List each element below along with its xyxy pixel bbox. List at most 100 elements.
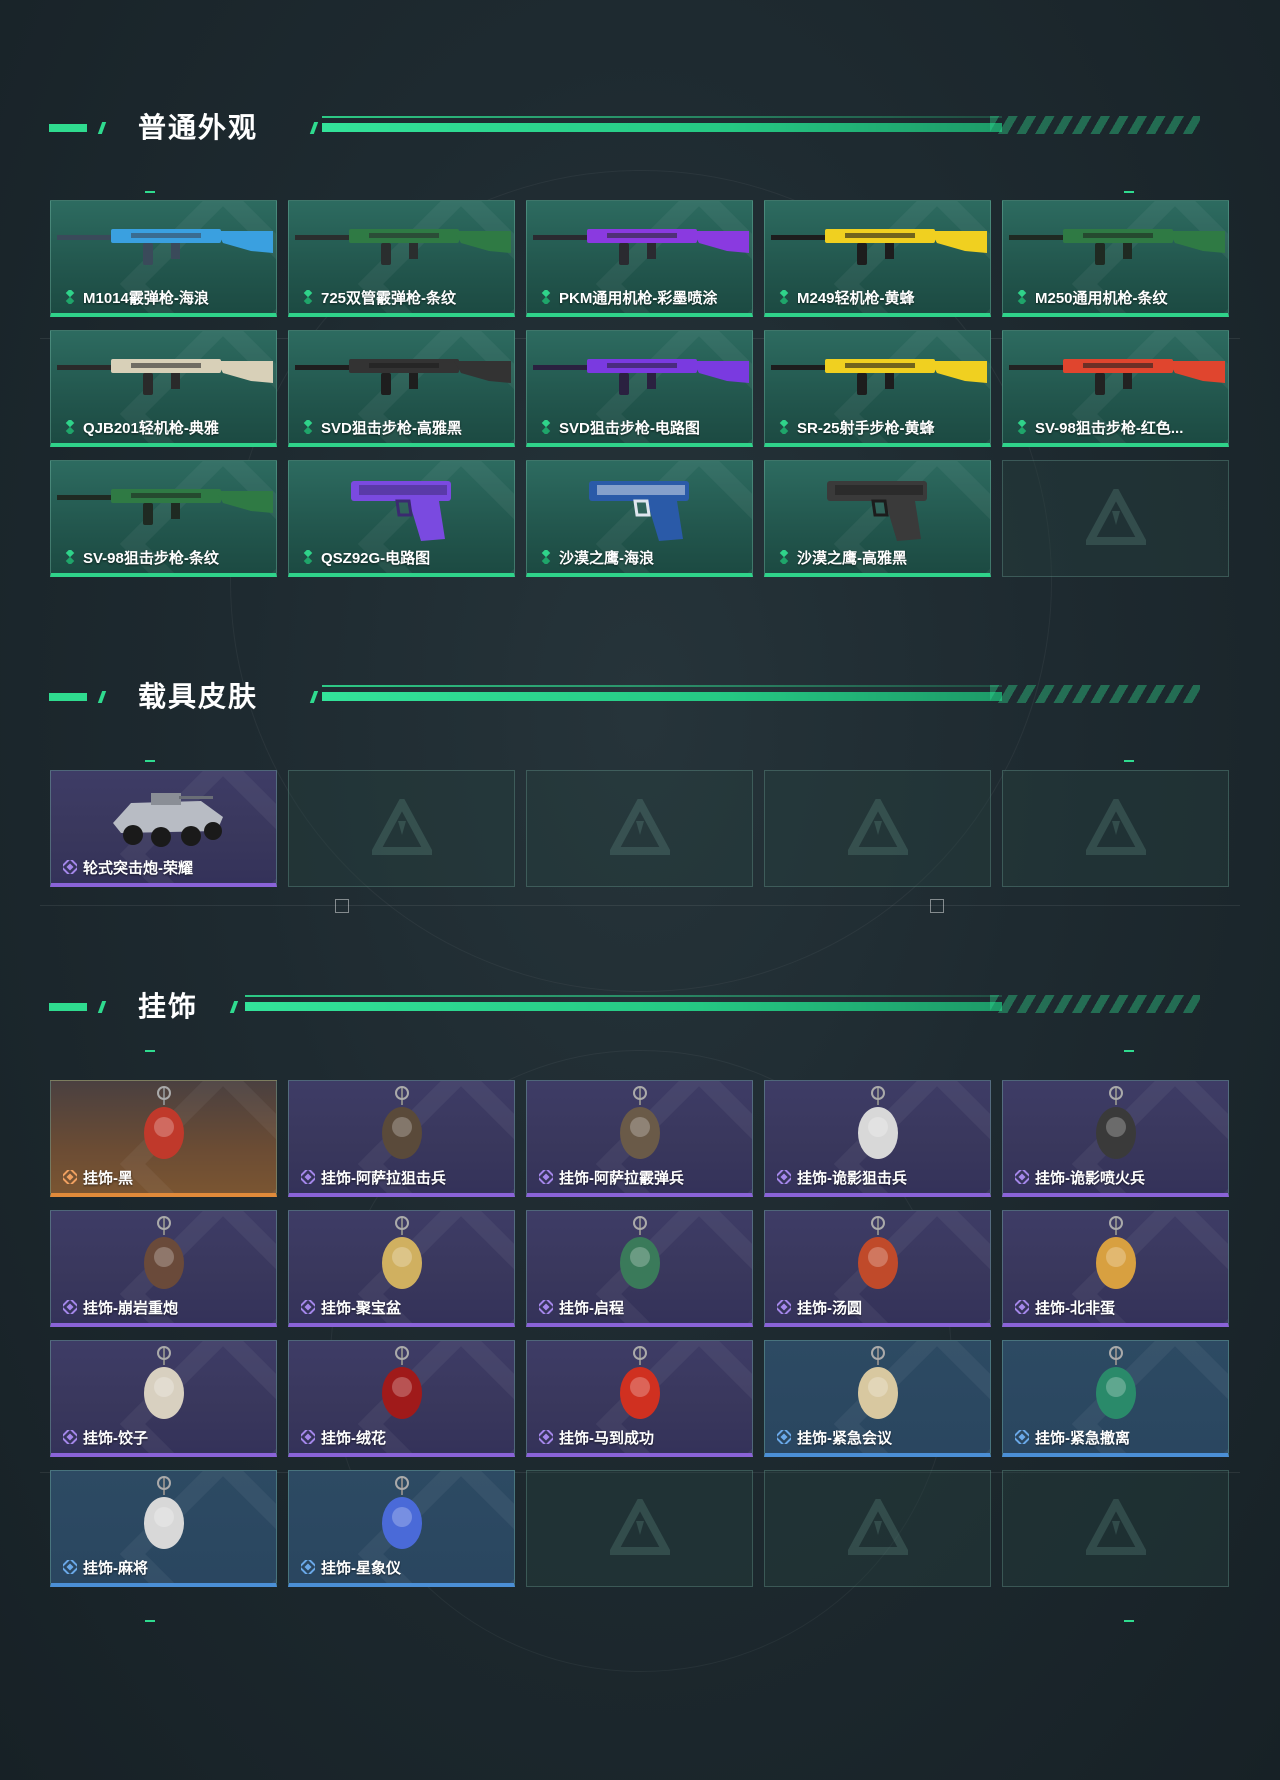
- rarity-icon: [1015, 418, 1029, 436]
- item-image: [1003, 1081, 1228, 1169]
- item-tile[interactable]: 挂饰-马到成功: [526, 1340, 753, 1457]
- item-tile[interactable]: 沙漠之鹰-高雅黑: [764, 460, 991, 577]
- item-tile[interactable]: 挂饰-聚宝盆: [288, 1210, 515, 1327]
- item-tile[interactable]: M249轻机枪-黄蜂: [764, 200, 991, 317]
- item-name: 挂饰-阿萨拉霰弹兵: [559, 1170, 684, 1187]
- item-tile[interactable]: 挂饰-阿萨拉狙击兵: [288, 1080, 515, 1197]
- rarity-icon: [60, 1167, 80, 1187]
- watermark-logo-icon: [606, 794, 673, 859]
- item-image: [51, 461, 276, 549]
- item-tile[interactable]: SV-98狙击步枪-红色...: [1002, 330, 1229, 447]
- item-tile[interactable]: 挂饰-诡影狙击兵: [764, 1080, 991, 1197]
- item-tile[interactable]: 挂饰-汤圆: [764, 1210, 991, 1327]
- item-name: PKM通用机枪-彩墨喷涂: [559, 290, 718, 307]
- grid-marker: [145, 1050, 155, 1052]
- item-name: 挂饰-诡影喷火兵: [1035, 1170, 1145, 1187]
- item-tile[interactable]: 挂饰-启程: [526, 1210, 753, 1327]
- header-line: [245, 995, 1002, 997]
- rarity-icon: [1012, 1167, 1032, 1187]
- item-image: [1003, 201, 1228, 289]
- item-name: 沙漠之鹰-海浪: [559, 550, 654, 567]
- rarity-icon: [774, 1167, 794, 1187]
- item-name: 挂饰-北非蛋: [1035, 1300, 1115, 1317]
- item-name: 挂饰-聚宝盆: [321, 1300, 401, 1317]
- watermark-logo-icon: [1082, 1494, 1149, 1559]
- frame-corner-marker: [930, 899, 944, 913]
- rarity-icon: [60, 857, 80, 877]
- empty-slot: [288, 770, 515, 887]
- item-tile[interactable]: 挂饰-麻将: [50, 1470, 277, 1587]
- rarity-icon: [777, 418, 791, 436]
- item-tile[interactable]: SVD狙击步枪-电路图: [526, 330, 753, 447]
- item-tile[interactable]: M1014霰弹枪-海浪: [50, 200, 277, 317]
- item-tile[interactable]: M250通用机枪-条纹: [1002, 200, 1229, 317]
- rarity-icon: [536, 1297, 556, 1317]
- item-tile[interactable]: 挂饰-紧急撤离: [1002, 1340, 1229, 1457]
- watermark-logo-icon: [1082, 484, 1149, 549]
- rarity-icon: [301, 288, 315, 306]
- item-name: SVD狙击步枪-高雅黑: [321, 420, 462, 437]
- section-header-charms: 挂饰: [0, 987, 1280, 1027]
- rarity-icon: [60, 1557, 80, 1577]
- grid-marker: [145, 760, 155, 762]
- item-tile[interactable]: 挂饰-崩岩重炮: [50, 1210, 277, 1327]
- item-name: M250通用机枪-条纹: [1035, 290, 1168, 307]
- item-image: [1003, 331, 1228, 419]
- item-tile[interactable]: 轮式突击炮-荣耀: [50, 770, 277, 887]
- rarity-icon: [298, 1167, 318, 1187]
- item-image: [289, 1471, 514, 1559]
- grid-marker: [145, 191, 155, 193]
- watermark-logo-icon: [606, 1494, 673, 1559]
- item-tile[interactable]: 挂饰-绒花: [288, 1340, 515, 1457]
- item-tile[interactable]: 挂饰-诡影喷火兵: [1002, 1080, 1229, 1197]
- rarity-icon: [298, 1297, 318, 1317]
- item-tile[interactable]: SV-98狙击步枪-条纹: [50, 460, 277, 577]
- item-tile[interactable]: QJB201轻机枪-典雅: [50, 330, 277, 447]
- empty-slot: [1002, 770, 1229, 887]
- item-tile[interactable]: 挂饰-阿萨拉霰弹兵: [526, 1080, 753, 1197]
- watermark-logo-icon: [1082, 794, 1149, 859]
- grid-marker: [1124, 1050, 1134, 1052]
- item-name: 挂饰-汤圆: [797, 1300, 862, 1317]
- item-name: 挂饰-饺子: [83, 1430, 148, 1447]
- item-tile[interactable]: QSZ92G-电路图: [288, 460, 515, 577]
- watermark-logo-icon: [844, 1494, 911, 1559]
- item-name: QJB201轻机枪-典雅: [83, 420, 219, 437]
- item-image: [51, 771, 276, 859]
- item-tile[interactable]: 725双管霰弹枪-条纹: [288, 200, 515, 317]
- item-tile[interactable]: SVD狙击步枪-高雅黑: [288, 330, 515, 447]
- item-image: [289, 461, 514, 549]
- item-name: SR-25射手步枪-黄蜂: [797, 420, 935, 437]
- item-tile[interactable]: 挂饰-北非蛋: [1002, 1210, 1229, 1327]
- item-tile[interactable]: 挂饰-紧急会议: [764, 1340, 991, 1457]
- item-image: [1003, 1211, 1228, 1299]
- item-tile[interactable]: 挂饰-饺子: [50, 1340, 277, 1457]
- item-name: SV-98狙击步枪-条纹: [83, 550, 219, 567]
- header-line: [322, 692, 1002, 701]
- header-accent-tick: [97, 122, 107, 134]
- item-tile[interactable]: 沙漠之鹰-海浪: [526, 460, 753, 577]
- rarity-icon: [774, 1297, 794, 1317]
- item-image: [765, 461, 990, 549]
- item-name: 轮式突击炮-荣耀: [83, 860, 193, 877]
- item-image: [527, 461, 752, 549]
- header-accent-bar: [49, 124, 87, 132]
- empty-slot: [1002, 460, 1229, 577]
- item-tile[interactable]: 挂饰-星象仪: [288, 1470, 515, 1587]
- grid-marker: [1124, 760, 1134, 762]
- item-name: 挂饰-麻将: [83, 1560, 148, 1577]
- item-image: [289, 1341, 514, 1429]
- rarity-icon: [539, 288, 553, 306]
- rarity-icon: [63, 288, 77, 306]
- item-image: [51, 1471, 276, 1559]
- item-name: M1014霰弹枪-海浪: [83, 290, 209, 307]
- item-image: [289, 1081, 514, 1169]
- rarity-icon: [298, 1427, 318, 1447]
- watermark-logo-icon: [844, 794, 911, 859]
- item-tile[interactable]: 挂饰-黑: [50, 1080, 277, 1197]
- item-tile[interactable]: SR-25射手步枪-黄蜂: [764, 330, 991, 447]
- grid-marker: [145, 1620, 155, 1622]
- grid-marker: [1124, 1620, 1134, 1622]
- item-tile[interactable]: PKM通用机枪-彩墨喷涂: [526, 200, 753, 317]
- header-accent-bar: [49, 693, 87, 701]
